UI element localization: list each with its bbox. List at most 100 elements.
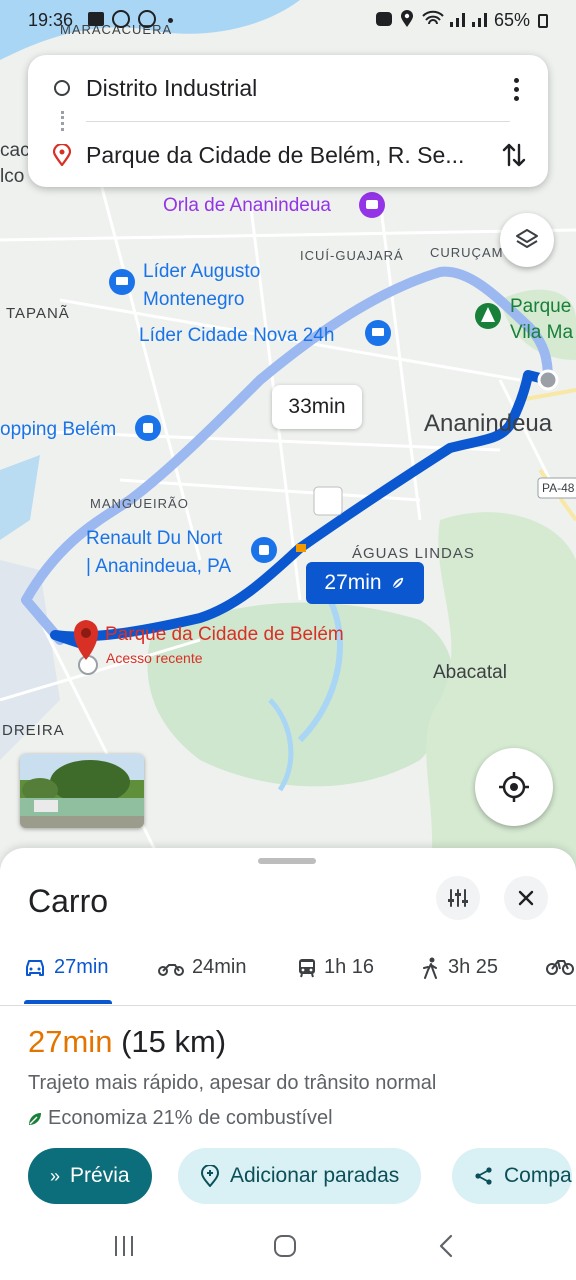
map-label-dreira: DREIRA <box>2 722 65 739</box>
more-vert-dot <box>513 86 519 92</box>
tab-motorcycle[interactable]: 24min <box>158 956 246 979</box>
tab-transit-label: 1h 16 <box>324 956 375 978</box>
sheet-title: Carro <box>28 883 109 919</box>
destination-pin-icon <box>53 144 71 166</box>
swap-button[interactable] <box>501 141 527 169</box>
map-label-mangueirao: MANGUEIRÃO <box>90 496 189 511</box>
eco-leaf-icon <box>29 1112 41 1125</box>
map-label-destination-sub: Acesso recente <box>106 650 203 666</box>
car-icon <box>26 959 44 976</box>
recent-apps-icon[interactable] <box>112 1235 136 1257</box>
tab-walk[interactable]: 3h 25 <box>422 956 498 979</box>
map-label-destination[interactable]: Parque da Cidade de Belém <box>105 624 344 646</box>
map-label-edge: cac <box>0 140 30 161</box>
crosshair-icon <box>499 772 529 802</box>
directions-card: Distrito Industrial Parque da Cidade de … <box>28 55 548 187</box>
map-label-parque-vila[interactable]: Parque Vila Ma <box>510 294 573 346</box>
map-label-aguas-lindas: ÁGUAS LINDAS <box>352 545 475 562</box>
layers-button[interactable] <box>500 213 554 267</box>
map-label-renault[interactable]: Renault Du Nort | Ananindeua, PA <box>86 525 231 581</box>
map-label-tapana: TAPANÃ <box>6 305 70 322</box>
destination-field[interactable]: Parque da Cidade de Belém, R. Se... <box>86 142 464 169</box>
tab-transit[interactable]: 1h 16 <box>298 956 374 979</box>
map-label-abacatal: Abacatal <box>433 662 507 683</box>
location-icon <box>401 10 413 27</box>
travel-mode-tabs: 27min 24min 1h 16 3h 25 <box>0 948 576 1006</box>
more-options-button[interactable] <box>504 71 528 107</box>
whatsapp-icon <box>112 10 130 28</box>
renault-line1: Renault Du Nort <box>86 528 223 549</box>
lider-augusto-line1: Líder Augusto <box>143 261 261 282</box>
battery-icon <box>538 14 548 28</box>
origin-marker[interactable] <box>537 369 559 391</box>
route-options-button[interactable] <box>436 876 480 920</box>
map-label-lider-augusto[interactable]: Líder Augusto Montenegro <box>143 258 260 314</box>
add-stops-button[interactable]: Adicionar paradas <box>178 1148 422 1204</box>
store-logo-icon <box>313 486 343 516</box>
tab-car[interactable]: 27min <box>24 956 108 979</box>
route-description: Trajeto mais rápido, apesar do trânsito … <box>28 1072 437 1094</box>
map-label-orla[interactable]: Orla de Ananindeua <box>163 195 331 217</box>
fuel-savings-text: Economiza 21% de combustível <box>48 1107 333 1129</box>
alt-route-time: 33min <box>288 395 346 418</box>
alt-route-time-label[interactable]: 33min <box>272 385 362 429</box>
battery-percent: 65% <box>494 10 531 30</box>
home-icon[interactable] <box>273 1234 297 1258</box>
street-view-thumbnail[interactable] <box>20 754 144 828</box>
tab-walk-label: 3h 25 <box>448 956 499 978</box>
main-route-time-label[interactable]: 27min <box>306 562 424 604</box>
tab-car-label: 27min <box>54 956 109 978</box>
share-button[interactable]: Compa <box>452 1148 572 1204</box>
tab-bicycle[interactable] <box>546 956 576 976</box>
walk-icon <box>423 957 437 979</box>
signal-icon <box>450 13 465 27</box>
status-time: 19:36 <box>28 10 74 30</box>
motorcycle-icon <box>158 963 184 976</box>
field-divider <box>86 121 510 122</box>
wifi-icon <box>422 10 444 25</box>
eta-distance: (15 km) <box>121 1024 227 1059</box>
layers-icon <box>516 229 538 248</box>
preview-button-label: Prévia <box>70 1164 130 1187</box>
parque-vila-line2: Vila Ma <box>510 322 574 343</box>
map-label-lider-cidade-nova[interactable]: Líder Cidade Nova 24h <box>139 322 334 350</box>
route-summary: 27min (15 km) <box>28 1024 226 1060</box>
map-label-shopping[interactable]: opping Belém <box>0 416 116 444</box>
origin-circle-icon <box>54 80 70 96</box>
map-label-curucam: CURUÇAM <box>430 245 504 260</box>
renault-line2: | Ananindeua, PA <box>86 556 232 577</box>
origin-field[interactable]: Distrito Industrial <box>86 75 257 102</box>
traffic-segment <box>296 544 306 552</box>
share-label: Compa <box>504 1164 572 1187</box>
map-label-edge: lco <box>0 166 25 187</box>
more-notifications-icon <box>168 18 173 23</box>
more-vert-icon <box>513 77 519 83</box>
bicycle-icon <box>546 960 574 975</box>
close-icon <box>518 890 534 906</box>
alarm-icon <box>376 12 392 26</box>
close-button[interactable] <box>504 876 548 920</box>
active-tab-indicator <box>24 1000 112 1004</box>
double-chevron-icon: » <box>50 1165 61 1186</box>
share-icon <box>475 1167 492 1185</box>
my-location-button[interactable] <box>475 748 553 826</box>
main-route-time: 27min <box>324 571 382 594</box>
transit-icon <box>299 958 315 977</box>
map-label-road: PA-48 <box>542 481 575 495</box>
back-icon[interactable] <box>438 1234 454 1258</box>
sheet-drag-handle[interactable] <box>258 858 316 864</box>
tab-motorcycle-label: 24min <box>192 956 247 978</box>
street-view-image <box>20 754 144 828</box>
lider-augusto-line2: Montenegro <box>143 289 245 310</box>
status-bar: 19:36 65% <box>0 8 576 36</box>
map-label-icui: ICUÍ-GUAJARÁ <box>300 248 404 263</box>
fuel-savings: Economiza 21% de combustível <box>28 1107 333 1130</box>
more-vert-dot <box>513 95 519 101</box>
tune-icon <box>448 889 468 907</box>
add-stops-label: Adicionar paradas <box>230 1164 400 1187</box>
gallery-notification-icon <box>88 12 104 26</box>
route-dots <box>61 111 64 131</box>
add-location-icon <box>200 1165 220 1187</box>
preview-button[interactable]: » Prévia <box>28 1148 152 1204</box>
parque-vila-line1: Parque <box>510 296 572 317</box>
